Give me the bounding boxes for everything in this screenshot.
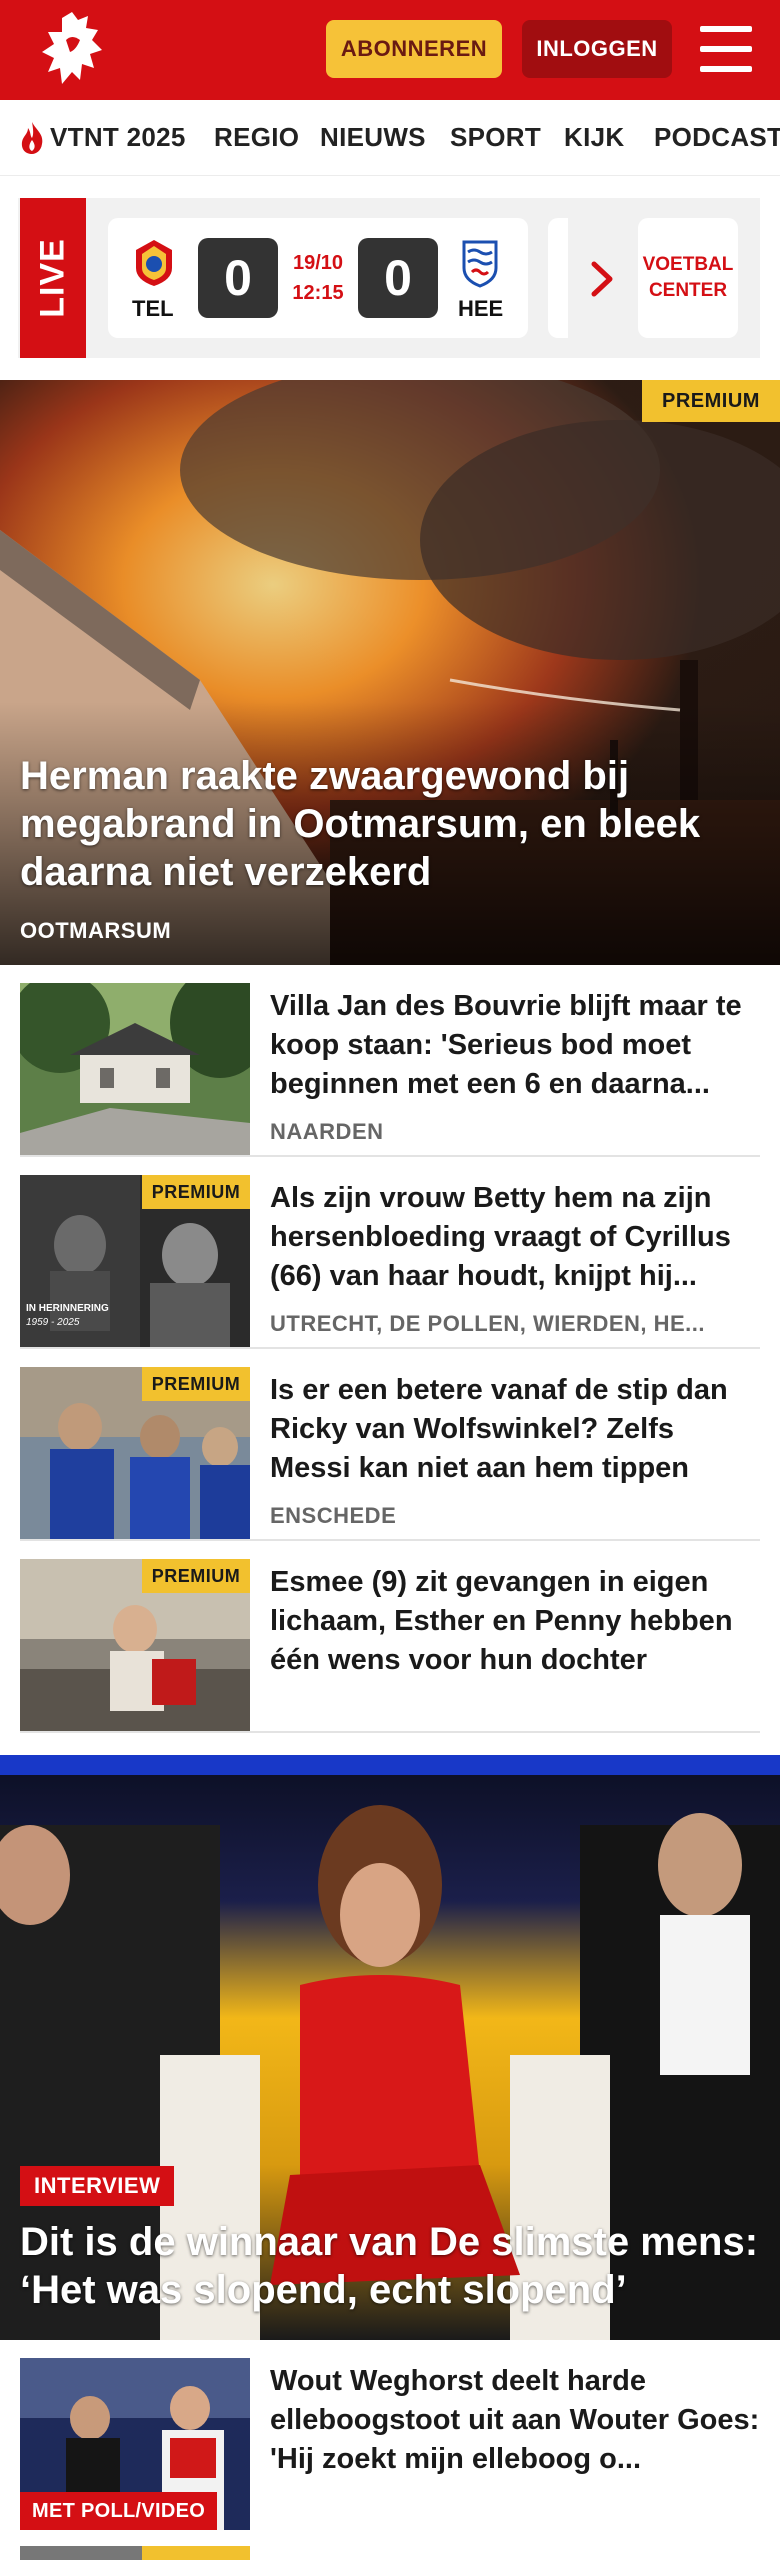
match-card[interactable]: TEL 0 19/10 12:15 0 HEE <box>108 218 528 338</box>
feature-title[interactable]: Dit is de winnaar van De slimste mens: ‘… <box>20 2218 760 2314</box>
subscribe-button[interactable]: ABONNEREN <box>326 20 502 78</box>
article-title[interactable]: Wout Weghorst deelt harde elleboogstoot … <box>270 2362 760 2479</box>
article-title[interactable]: Is er een betere vanaf de stip dan Ricky… <box>270 1371 760 1488</box>
list-item[interactable]: PREMIUM Is er een betere vanaf de stip d… <box>20 1349 760 1541</box>
nav-item-nieuws[interactable]: NIEUWS <box>320 122 426 153</box>
tubantia-horse-logo[interactable] <box>36 10 108 90</box>
premium-badge: PREMIUM <box>642 380 780 422</box>
chevron-right-icon[interactable] <box>588 260 618 298</box>
thumb-caption-years: 1959 - 2025 <box>26 1317 80 1328</box>
voetbal-center-line1: VOETBAL <box>642 254 734 275</box>
premium-badge: PREMIUM <box>142 1175 250 1209</box>
main-nav: VTNT 2025 REGIO NIEUWS SPORT KIJK PODCAS… <box>0 100 780 176</box>
next-premium-badge-edge <box>142 2546 250 2560</box>
next-match-card[interactable] <box>548 218 568 338</box>
list-item[interactable]: IN HERINNERING 1959 - 2025 PREMIUM Als z… <box>20 1157 760 1349</box>
away-team-crest-icon <box>462 240 498 288</box>
nav-item-regio[interactable]: REGIO <box>214 122 299 153</box>
list-item[interactable]: MET POLL/VIDEO Wout Weghorst deelt harde… <box>20 2340 760 2560</box>
article-title[interactable]: Esmee (9) zit gevangen in eigen lichaam,… <box>270 1563 760 1680</box>
nav-item-podcast[interactable]: PODCAST <box>654 122 780 153</box>
article-title[interactable]: Als zijn vrouw Betty hem na zijn hersenb… <box>270 1179 760 1296</box>
voetbal-center-line2: CENTER <box>648 280 728 301</box>
login-button[interactable]: INLOGGEN <box>522 20 672 78</box>
menu-icon[interactable] <box>700 26 752 72</box>
poll-video-label: MET POLL/VIDEO <box>20 2492 218 2530</box>
home-team-code: TEL <box>132 296 174 321</box>
flame-icon <box>21 122 43 154</box>
article-location: UTRECHT, DE POLLEN, WIERDEN, HE... <box>270 1311 706 1336</box>
match-date: 19/10 <box>292 252 344 274</box>
premium-badge: PREMIUM <box>142 1559 250 1593</box>
home-team-crest-icon <box>136 240 172 286</box>
hero-location: OOTMARSUM <box>20 918 172 943</box>
away-team-code: HEE <box>458 296 504 321</box>
live-scores-bar: LIVE TEL 0 19/10 12:15 0 HEE VOETBAL CEN… <box>18 198 760 358</box>
article-thumbnail: MET POLL/VIDEO <box>20 2358 250 2530</box>
hero-article[interactable]: PREMIUM Herman raakte zwaargewond bij me… <box>0 380 780 965</box>
article-title[interactable]: Villa Jan des Bouvrie blijft maar te koo… <box>270 987 760 1104</box>
hero-title[interactable]: Herman raakte zwaargewond bij megabrand … <box>20 752 740 896</box>
top-bar: ABONNEREN INLOGGEN <box>0 0 780 100</box>
list-item[interactable]: PREMIUM Esmee (9) zit gevangen in eigen … <box>20 1541 760 1733</box>
match-time: 12:15 <box>292 282 344 304</box>
list-item[interactable]: Villa Jan des Bouvrie blijft maar te koo… <box>20 965 760 1157</box>
match-datetime: 19/10 12:15 <box>278 248 358 308</box>
nav-item-sport[interactable]: SPORT <box>450 122 541 153</box>
live-label: LIVE <box>20 198 86 358</box>
article-location: ENSCHEDE <box>270 1503 397 1528</box>
article-thumbnail <box>20 983 250 1155</box>
nav-item-vtnt[interactable]: VTNT 2025 <box>50 122 186 153</box>
nav-item-kijk[interactable]: KIJK <box>564 122 624 153</box>
voetbal-center-button[interactable]: VOETBAL CENTER <box>638 218 738 338</box>
article-location: NAARDEN <box>270 1119 384 1144</box>
live-text: LIVE <box>33 238 72 318</box>
home-score: 0 <box>198 238 278 318</box>
away-score: 0 <box>358 238 438 318</box>
premium-badge: PREMIUM <box>142 1367 250 1401</box>
interview-label: INTERVIEW <box>20 2166 175 2206</box>
thumb-caption: IN HERINNERING <box>26 1303 109 1314</box>
